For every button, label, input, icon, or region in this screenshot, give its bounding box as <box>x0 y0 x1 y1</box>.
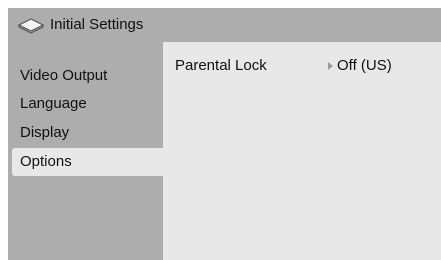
disc-icon <box>17 16 45 34</box>
sidebar-item-options[interactable]: Options <box>12 148 163 176</box>
title-bar: Initial Settings <box>8 8 441 42</box>
setting-label: Parental Lock <box>175 57 267 74</box>
page-title: Initial Settings <box>50 16 144 33</box>
sidebar-item-video-output[interactable]: Video Output <box>12 62 163 90</box>
settings-content: Parental Lock Off (US) <box>163 42 441 260</box>
sidebar-item-language[interactable]: Language <box>12 90 163 118</box>
triangle-right-icon <box>328 62 333 70</box>
settings-panel: Initial Settings Video Output Language D… <box>8 8 441 260</box>
sidebar-item-display[interactable]: Display <box>12 119 163 147</box>
sidebar: Video Output Language Display Options <box>8 42 163 260</box>
setting-row-parental-lock[interactable]: Parental Lock Off (US) <box>163 52 441 80</box>
setting-value: Off (US) <box>337 57 392 74</box>
